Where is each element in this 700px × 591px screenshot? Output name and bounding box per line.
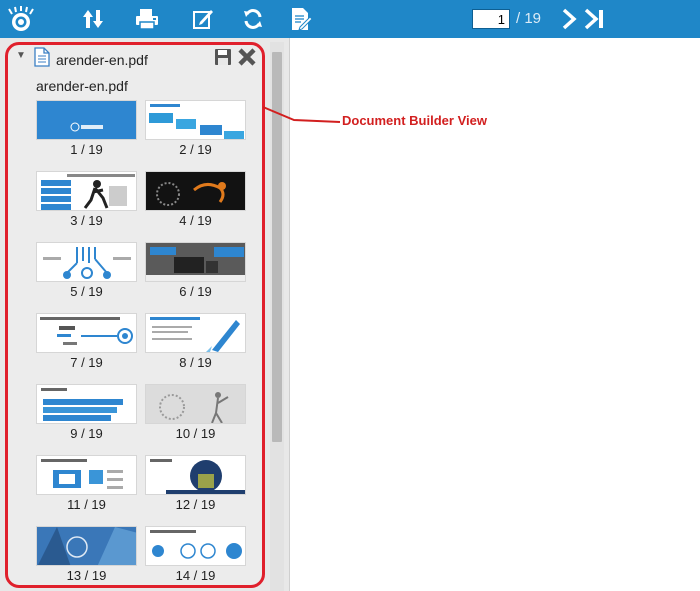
thumbnail-label-1: 1 / 19	[70, 142, 103, 157]
logo-eye-icon[interactable]	[4, 4, 38, 34]
thumbnail-label-12: 12 / 19	[175, 497, 216, 512]
thumbnail-label-4: 4 / 19	[179, 213, 212, 228]
page-total: / 19	[516, 10, 542, 27]
close-icon[interactable]	[237, 47, 257, 72]
page-thumbnail-8[interactable]	[145, 313, 246, 353]
thumbnail-label-11: 11 / 19	[67, 497, 106, 512]
top-toolbar: / 19	[0, 0, 700, 38]
print-icon[interactable]	[130, 4, 164, 34]
page-thumbnail-3[interactable]	[36, 171, 137, 211]
document-builder-view-callout: Document Builder View	[342, 113, 487, 128]
thumbnail-label-8: 8 / 19	[179, 355, 212, 370]
thumbnail-label-9: 9 / 19	[70, 426, 103, 441]
page-thumbnail-7[interactable]	[36, 313, 137, 353]
page-thumbnail-12[interactable]	[145, 455, 246, 495]
thumbnail-label-7: 7 / 19	[70, 355, 103, 370]
page-thumbnail-14[interactable]	[145, 526, 246, 566]
thumbnail-label-14: 14 / 19	[175, 568, 216, 583]
thumbnail-label-6: 6 / 19	[179, 284, 212, 299]
document-subtitle: arender-en.pdf	[36, 78, 128, 94]
pdf-file-icon	[34, 47, 50, 72]
document-edit-icon[interactable]	[284, 4, 318, 34]
thumbnail-label-2: 2 / 19	[179, 142, 212, 157]
page-thumbnail-1[interactable]	[36, 100, 137, 140]
thumbnail-label-3: 3 / 19	[70, 213, 103, 228]
thumbnail-label-10: 10 / 19	[175, 426, 216, 441]
page-thumbnail-9[interactable]	[36, 384, 137, 424]
page-thumbnail-4[interactable]	[145, 171, 246, 211]
refresh-icon[interactable]	[236, 4, 270, 34]
collapse-triangle-icon[interactable]: ▼	[16, 50, 26, 61]
page-number-input[interactable]	[472, 9, 510, 29]
page-thumbnail-2[interactable]	[145, 100, 246, 140]
sort-arrows-icon[interactable]	[76, 4, 110, 34]
page-thumbnail-11[interactable]	[36, 455, 137, 495]
page-thumbnail-10[interactable]	[145, 384, 246, 424]
callout-line	[262, 106, 341, 123]
page-thumbnail-5[interactable]	[36, 242, 137, 282]
last-page-icon[interactable]	[578, 4, 612, 34]
annotate-icon[interactable]	[186, 4, 220, 34]
document-title: arender-en.pdf	[56, 52, 148, 68]
page-thumbnail-6[interactable]	[145, 242, 246, 282]
thumbnail-label-5: 5 / 19	[70, 284, 103, 299]
page-thumbnail-13[interactable]	[36, 526, 137, 566]
thumbnail-label-13: 13 / 19	[66, 568, 107, 583]
save-icon[interactable]	[214, 48, 232, 71]
